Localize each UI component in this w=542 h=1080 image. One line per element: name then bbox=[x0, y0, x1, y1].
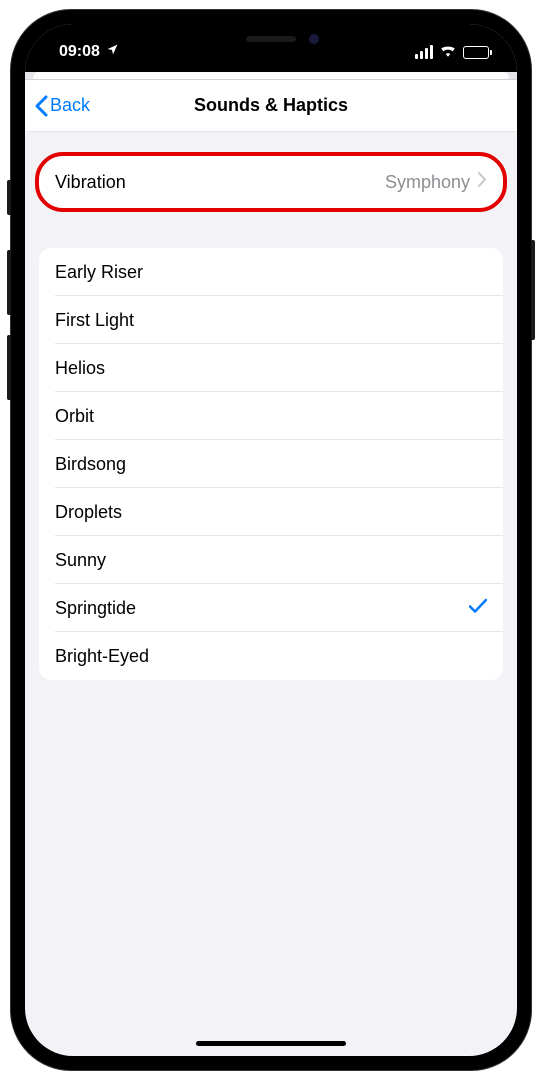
phone-side-buttons-left bbox=[7, 180, 11, 420]
checkmark-icon bbox=[469, 598, 487, 619]
sound-option[interactable]: Birdsong bbox=[39, 440, 503, 488]
sound-option[interactable]: Helios bbox=[39, 344, 503, 392]
chevron-left-icon bbox=[35, 95, 48, 117]
page-title: Sounds & Haptics bbox=[194, 95, 348, 116]
screen: 09:08 bbox=[25, 24, 517, 1056]
battery-icon bbox=[463, 46, 489, 59]
sound-option-label: Helios bbox=[55, 358, 105, 379]
sound-option-label: Orbit bbox=[55, 406, 94, 427]
cellular-signal-icon bbox=[415, 45, 433, 59]
sound-option[interactable]: Early Riser bbox=[39, 248, 503, 296]
vibration-row[interactable]: Vibration Symphony bbox=[39, 156, 503, 208]
sound-list: Early Riser First Light Helios Orbit Birdson… bbox=[39, 248, 503, 680]
back-label: Back bbox=[50, 95, 90, 116]
sound-option-label: Sunny bbox=[55, 550, 106, 571]
sound-option-label: Birdsong bbox=[55, 454, 126, 475]
sound-option[interactable]: Springtide bbox=[39, 584, 503, 632]
sound-option-label: Springtide bbox=[55, 598, 136, 619]
sound-option[interactable]: Sunny bbox=[39, 536, 503, 584]
back-button[interactable]: Back bbox=[25, 95, 90, 117]
sound-option[interactable]: Orbit bbox=[39, 392, 503, 440]
sound-option[interactable]: Bright-Eyed bbox=[39, 632, 503, 680]
content-scroll[interactable]: Vibration Symphony Early Riser First Ligh… bbox=[25, 132, 517, 1056]
sound-option[interactable]: First Light bbox=[39, 296, 503, 344]
chevron-right-icon bbox=[478, 172, 487, 192]
vibration-label: Vibration bbox=[55, 172, 126, 193]
sound-option[interactable]: Droplets bbox=[39, 488, 503, 536]
phone-frame: 09:08 bbox=[11, 10, 531, 1070]
sound-option-label: Droplets bbox=[55, 502, 122, 523]
notch bbox=[171, 24, 371, 54]
sound-option-label: First Light bbox=[55, 310, 134, 331]
status-time: 09:08 bbox=[59, 43, 100, 61]
sound-option-label: Early Riser bbox=[55, 262, 143, 283]
location-icon bbox=[106, 43, 119, 61]
sound-option-label: Bright-Eyed bbox=[55, 646, 149, 667]
navigation-bar: Back Sounds & Haptics bbox=[25, 80, 517, 132]
app-tab-strip bbox=[25, 72, 517, 80]
vibration-value: Symphony bbox=[385, 172, 470, 193]
phone-side-buttons-right bbox=[531, 240, 535, 360]
wifi-icon bbox=[439, 43, 457, 62]
home-indicator[interactable] bbox=[196, 1041, 346, 1046]
